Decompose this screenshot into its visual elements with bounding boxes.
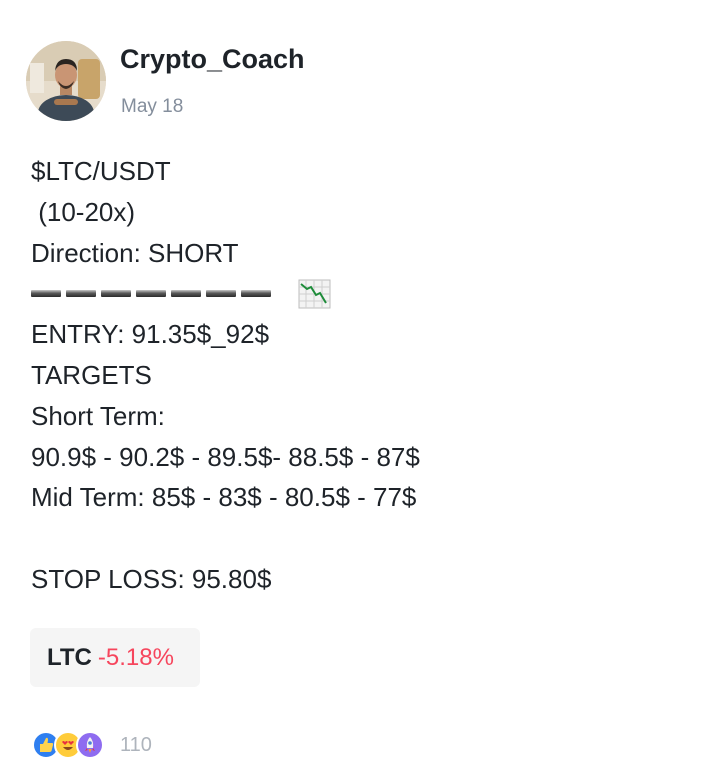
- coin-symbol: LTC: [47, 643, 92, 671]
- dash-icon: [206, 290, 236, 298]
- leverage-line: (10-20x): [31, 196, 136, 227]
- short-term-values: 90.9$ - 90.2$ - 89.5$- 88.5$ - 87$: [31, 441, 420, 472]
- reactions-bar[interactable]: 110: [32, 731, 152, 759]
- coin-change-percent: -5.18%: [97, 643, 174, 671]
- author-name[interactable]: Crypto_Coach: [120, 44, 305, 75]
- avatar-photo-icon: [26, 41, 106, 121]
- dash-icon: [136, 290, 166, 298]
- chart-decreasing-icon: [241, 238, 331, 309]
- stop-loss-line: STOP LOSS: 95.80$: [31, 563, 272, 594]
- dash-icon: [31, 290, 61, 298]
- targets-heading: TARGETS: [31, 359, 152, 390]
- author-avatar[interactable]: [26, 41, 106, 121]
- pair-line: $LTC/USDT: [31, 156, 171, 186]
- post-date: May 18: [121, 96, 184, 117]
- coin-price-card[interactable]: LTC -5.18%: [30, 628, 200, 687]
- dash-icon: [241, 290, 271, 298]
- dash-icon: [66, 290, 96, 298]
- dash-icon: [171, 290, 201, 298]
- short-term-label: Short Term:: [31, 400, 165, 431]
- feed-post: Crypto_Coach May 18 $LTC/USDT (10-20x) D…: [0, 0, 720, 775]
- direction-line: Direction: SHORT: [31, 233, 420, 309]
- mid-term-line: Mid Term: 85$ - 83$ - 80.5$ - 77$: [31, 482, 417, 513]
- emoji-divider: [31, 273, 420, 314]
- reaction-count: 110: [120, 733, 152, 756]
- direction-text: Direction: SHORT: [31, 237, 239, 268]
- rocket-icon[interactable]: [76, 731, 104, 759]
- entry-line: ENTRY: 91.35$_92$: [31, 319, 270, 350]
- post-body: $LTC/USDT (10-20x) Direction: SHORT ENTR…: [31, 151, 420, 600]
- dash-icon: [101, 290, 131, 298]
